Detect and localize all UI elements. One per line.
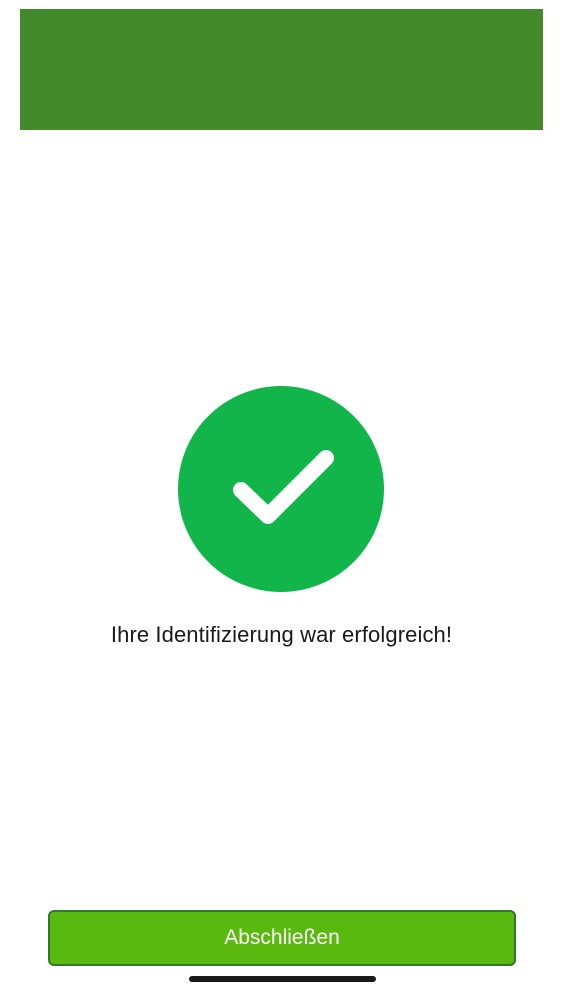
identification-success-screen: Ihre Identifizierung war erfolgreich! Ab… bbox=[0, 0, 563, 1000]
header-banner bbox=[20, 9, 543, 130]
success-badge bbox=[178, 386, 384, 592]
finish-button[interactable]: Abschließen bbox=[48, 910, 516, 966]
home-indicator[interactable] bbox=[189, 976, 376, 982]
checkmark-icon bbox=[233, 450, 334, 524]
success-message: Ihre Identifizierung war erfolgreich! bbox=[110, 622, 453, 647]
